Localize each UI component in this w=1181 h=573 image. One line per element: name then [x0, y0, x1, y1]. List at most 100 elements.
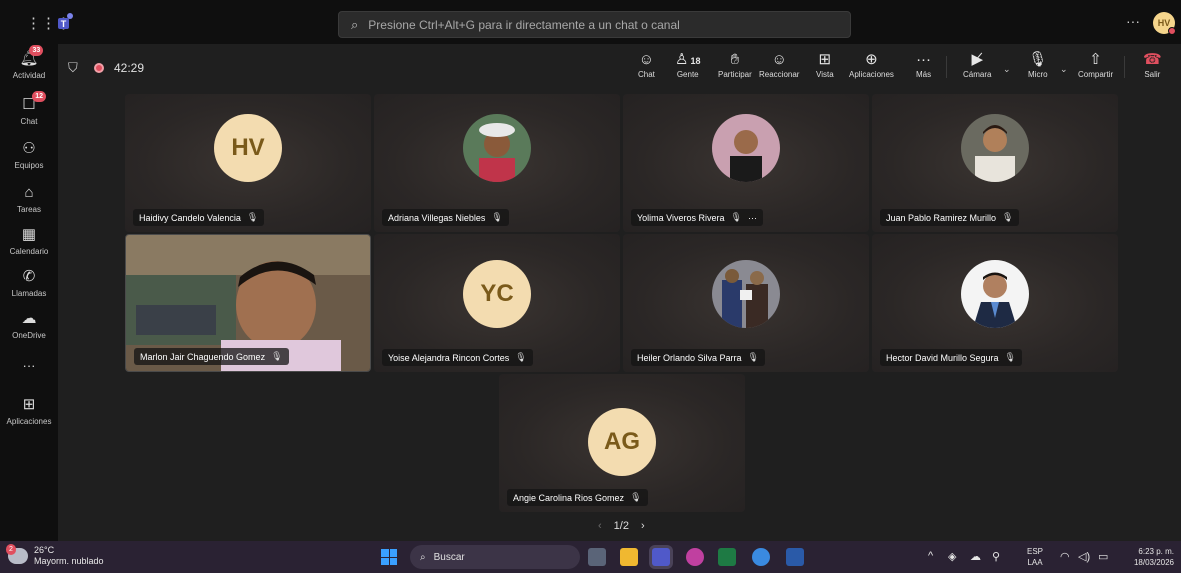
volume-icon[interactable]: ◁) — [1078, 550, 1090, 563]
more-label: Más — [916, 70, 932, 79]
rail-label: Tareas — [16, 205, 41, 214]
teams-logo-icon[interactable]: T — [56, 11, 76, 31]
participant-nametag: Angie Carolina Rios Gomez 🎙︎ — [507, 489, 648, 506]
chat-button[interactable]: ☺ Chat — [638, 50, 655, 79]
wifi-icon[interactable]: ◠ — [1060, 550, 1070, 563]
battery-icon[interactable]: ▭ — [1098, 550, 1108, 563]
page-indicator: 1/2 — [613, 520, 629, 532]
rail-item-tareas[interactable]: ⌂ Tareas — [0, 184, 58, 214]
more-icon: ··· — [916, 51, 932, 68]
participant-tile[interactable]: YC Yoise Alejandra Rincon Cortes 🎙︎ — [374, 234, 620, 372]
clock-time: 6:23 p. m. — [1138, 547, 1174, 556]
participant-nametag: Yoise Alejandra Rincon Cortes 🎙︎ — [382, 349, 533, 366]
chrome-icon[interactable] — [752, 548, 770, 566]
rail-label: Llamadas — [11, 289, 47, 298]
word-icon[interactable] — [786, 548, 804, 566]
rail-item-more[interactable]: ··· — [0, 358, 58, 373]
apps-button[interactable]: ⊕ Aplicaciones — [849, 50, 894, 79]
calendar-icon: ▦ — [21, 226, 37, 243]
system-clock[interactable]: 6:23 p. m. 18/03/2026 — [1126, 546, 1174, 568]
mic-muted-icon: 🎙︎ — [730, 212, 742, 222]
participant-nametag: Hector David Murillo Segura 🎙︎ — [880, 349, 1022, 366]
camera-options-chevron-icon[interactable]: ⌄ — [1003, 64, 1011, 75]
rail-item-llamadas[interactable]: ✆ Llamadas — [0, 268, 58, 298]
people-count: 18 — [690, 56, 701, 66]
grid-view-icon: ⊞ — [818, 51, 832, 68]
excel-icon[interactable] — [718, 548, 736, 566]
user-avatar[interactable]: HV — [1153, 12, 1176, 35]
meeting-stage: HV Haidivy Candelo Valencia 🎙︎ Adriana V… — [58, 92, 1181, 541]
smiley-icon: ☺ — [771, 51, 787, 68]
prev-page-button[interactable]: ‹ — [598, 520, 602, 532]
camera-off-icon: ▶̸ — [971, 51, 983, 68]
camera-label: Cámara — [963, 70, 992, 79]
mic-muted-icon: 🎙︎ — [271, 351, 283, 361]
participant-tile[interactable]: Heiler Orlando Silva Parra 🎙︎ — [623, 234, 869, 372]
raise-hand-button[interactable]: ✋︎ Participar — [718, 50, 752, 79]
rail-item-onedrive[interactable]: ☁ OneDrive — [0, 310, 58, 340]
share-button[interactable]: ⇧ Compartir — [1078, 50, 1113, 79]
copilot-icon[interactable] — [686, 548, 704, 566]
camera-button[interactable]: ▶̸ Cámara — [963, 50, 991, 79]
rail-item-chat[interactable]: ☐ 12 Chat — [0, 91, 58, 126]
mic-tray-icon[interactable]: ⚲ — [992, 550, 1000, 563]
rail-item-calendario[interactable]: ▦ Calendario — [0, 226, 58, 256]
cloud-icon: ☁ — [21, 310, 37, 327]
search-icon: ⌕ — [420, 551, 426, 563]
participant-tile[interactable]: AG Angie Carolina Rios Gomez 🎙︎ — [499, 374, 745, 512]
mic-muted-icon: 🎙︎ — [1002, 212, 1014, 222]
next-page-button[interactable]: › — [641, 520, 645, 532]
react-label: Reaccionar — [759, 70, 800, 79]
view-button[interactable]: ⊞ Vista — [816, 50, 834, 79]
weather-widget[interactable]: 2 26°C Mayorm. nublado — [6, 544, 104, 567]
mic-options-chevron-icon[interactable]: ⌄ — [1060, 64, 1068, 75]
taskbar-search[interactable]: ⌕ Buscar — [410, 545, 580, 569]
people-button[interactable]: ♙ 18 Gente — [675, 50, 700, 79]
participant-nametag: Adriana Villegas Niebles 🎙︎ — [382, 209, 509, 226]
raise-label: Participar — [718, 70, 752, 79]
participant-tile[interactable]: Adriana Villegas Niebles 🎙︎ — [374, 94, 620, 232]
task-view-icon[interactable] — [588, 548, 606, 566]
meeting-timer: 42:29 — [114, 61, 145, 75]
rail-item-actividad[interactable]: 🔔︎ 33 Actividad — [0, 45, 58, 80]
mic-muted-icon: 🎙︎ — [1004, 352, 1016, 362]
language-indicator[interactable]: ESP LAA — [1027, 546, 1043, 568]
shield-icon[interactable]: ⛉ — [68, 60, 78, 76]
participant-name: Yoise Alejandra Rincon Cortes — [388, 352, 510, 363]
participant-tile[interactable]: Yolima Viveros Rivera 🎙︎ ··· — [623, 94, 869, 232]
react-button[interactable]: ☺ Reaccionar — [759, 50, 799, 79]
cloud-sync-icon[interactable]: ☁ — [970, 550, 981, 563]
tray-chevron-icon[interactable]: ^ — [928, 550, 933, 562]
rail-label: Actividad — [12, 71, 46, 80]
rail-item-equipos[interactable]: ⚇ Equipos — [0, 140, 58, 170]
file-explorer-icon[interactable] — [620, 548, 638, 566]
teams-taskbar-icon[interactable] — [652, 548, 670, 566]
participant-name: Angie Carolina Rios Gomez — [513, 492, 625, 503]
more-options-icon[interactable]: ··· — [1126, 13, 1140, 29]
apps-label: Aplicaciones — [849, 70, 894, 79]
gallery-pager: ‹ 1/2 › — [598, 520, 645, 532]
add-apps-icon: ⊕ — [865, 51, 878, 68]
rail-label: Aplicaciones — [6, 417, 52, 426]
participant-name: Yolima Viveros Rivera — [637, 212, 725, 223]
participant-nametag: Haidivy Candelo Valencia 🎙︎ — [133, 209, 265, 226]
lang-top: ESP — [1027, 547, 1044, 556]
mic-button[interactable]: 🎙︎ Micro — [1028, 50, 1048, 79]
rail-item-aplicaciones[interactable]: ⊞ Aplicaciones — [0, 396, 58, 426]
more-icon[interactable]: ··· — [748, 213, 757, 223]
participant-tile[interactable]: HV Haidivy Candelo Valencia 🎙︎ — [125, 94, 371, 232]
participant-avatar — [961, 114, 1029, 182]
more-button[interactable]: ··· Más — [916, 50, 931, 79]
participant-video-tile[interactable]: Marlon Jair Chaguendo Gomez 🎙︎ — [125, 234, 371, 372]
network-icon[interactable]: ◈ — [948, 550, 956, 563]
mic-muted-icon: 🎙︎ — [246, 212, 259, 222]
search-input[interactable]: ⌕ Presione Ctrl+Alt+G para ir directamen… — [338, 11, 851, 38]
participant-name: Heiler Orlando Silva Parra — [637, 352, 742, 363]
participant-tile[interactable]: Juan Pablo Ramirez Murillo 🎙︎ — [872, 94, 1118, 232]
participant-tile[interactable]: Hector David Murillo Segura 🎙︎ — [872, 234, 1118, 372]
leave-button[interactable]: ☎ Salir — [1143, 50, 1162, 79]
participant-nametag: Yolima Viveros Rivera 🎙︎ ··· — [631, 209, 763, 226]
windows-start-icon[interactable] — [381, 549, 397, 565]
mic-muted-icon: 🎙︎ — [491, 212, 503, 222]
people-label: Gente — [676, 70, 699, 79]
